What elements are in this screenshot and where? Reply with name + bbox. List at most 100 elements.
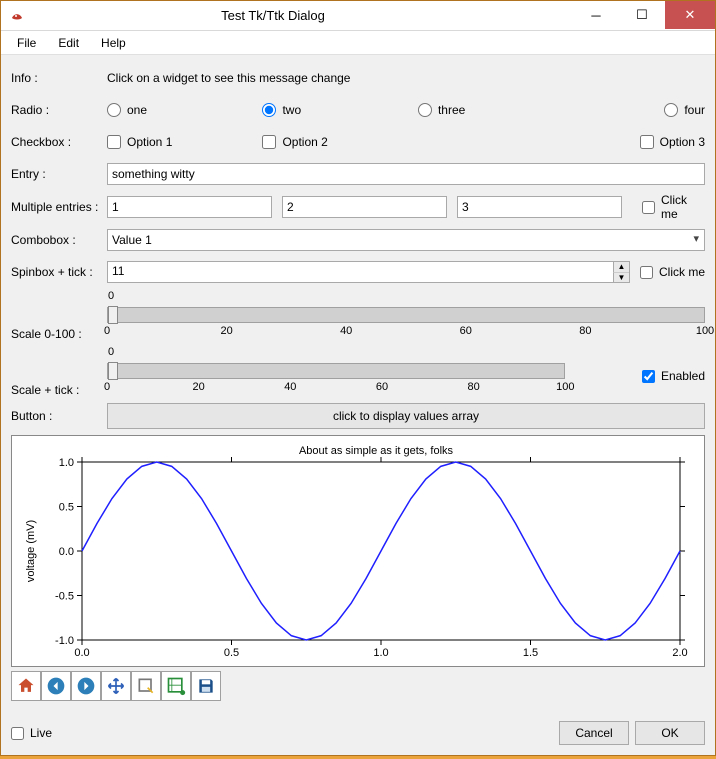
zoom-button[interactable] bbox=[131, 671, 161, 701]
plot-toolbar bbox=[11, 671, 705, 701]
svg-text:0.5: 0.5 bbox=[224, 647, 239, 659]
arrow-right-icon bbox=[76, 676, 96, 696]
scale2-tick-label: Enabled bbox=[661, 369, 705, 383]
scale1-value: 0 bbox=[108, 290, 114, 302]
scale-tick: 20 bbox=[193, 381, 205, 393]
forward-button[interactable] bbox=[71, 671, 101, 701]
multi-entry-2[interactable] bbox=[282, 196, 447, 218]
multi-entry-1[interactable] bbox=[107, 196, 272, 218]
scale2-slider[interactable]: 0 bbox=[107, 363, 565, 379]
menu-file[interactable]: File bbox=[7, 33, 46, 53]
ok-button[interactable]: OK bbox=[635, 721, 705, 745]
scale2-row: Scale + tick : 0 0 20 40 60 80 100 Enabled bbox=[11, 347, 705, 397]
scale-tick: 80 bbox=[468, 381, 480, 393]
cancel-button[interactable]: Cancel bbox=[559, 721, 629, 745]
svg-text:0.5: 0.5 bbox=[59, 502, 74, 514]
spin-row: Spinbox + tick : 11 ▲ ▼ Click me bbox=[11, 259, 705, 285]
button-row: Button : click to display values array bbox=[11, 403, 705, 429]
scale2-label: Scale + tick : bbox=[11, 383, 107, 397]
entry-row: Entry : bbox=[11, 161, 705, 187]
check-option2-label: Option 2 bbox=[282, 135, 327, 149]
scale-tick: 20 bbox=[220, 325, 232, 337]
scale2-tick-checkbox[interactable] bbox=[642, 370, 655, 383]
radio-two[interactable] bbox=[262, 103, 276, 117]
checkbox-row: Checkbox : Option 1 Option 2 Option 3 bbox=[11, 129, 705, 155]
svg-text:-1.0: -1.0 bbox=[55, 635, 74, 647]
scale-tick: 40 bbox=[284, 381, 296, 393]
svg-text:voltage (mV): voltage (mV) bbox=[25, 520, 37, 582]
footer: Live Cancel OK bbox=[1, 711, 715, 755]
scale1-label: Scale 0-100 : bbox=[11, 327, 107, 341]
spin-tick-checkbox[interactable] bbox=[640, 266, 653, 279]
scale1-row: Scale 0-100 : 0 020406080100 bbox=[11, 291, 705, 341]
scale1-thumb[interactable] bbox=[108, 306, 118, 324]
multi-label: Multiple entries : bbox=[11, 200, 107, 214]
multi-tick-label: Click me bbox=[661, 193, 705, 221]
close-button[interactable]: ✕ bbox=[665, 1, 715, 29]
check-option1[interactable] bbox=[107, 135, 121, 149]
combobox[interactable]: Value 1 bbox=[107, 229, 705, 251]
radio-three-label: three bbox=[438, 103, 465, 117]
check-option2[interactable] bbox=[262, 135, 276, 149]
checkbox-group: Option 1 Option 2 Option 3 bbox=[107, 135, 705, 149]
radio-one-label: one bbox=[127, 103, 147, 117]
configure-icon bbox=[166, 676, 186, 696]
scale2-thumb[interactable] bbox=[108, 362, 118, 380]
back-button[interactable] bbox=[41, 671, 71, 701]
chart-svg: About as simple as it gets, folks-1.0-0.… bbox=[16, 440, 696, 662]
window: Test Tk/Ttk Dialog ─ ☐ ✕ File Edit Help … bbox=[0, 0, 716, 756]
home-button[interactable] bbox=[11, 671, 41, 701]
scale-tick: 60 bbox=[376, 381, 388, 393]
arrow-left-icon bbox=[46, 676, 66, 696]
multi-entry-3[interactable] bbox=[457, 196, 622, 218]
display-values-button[interactable]: click to display values array bbox=[107, 403, 705, 429]
svg-text:0.0: 0.0 bbox=[74, 647, 89, 659]
scale-tick: 100 bbox=[556, 381, 574, 393]
info-label: Info : bbox=[11, 71, 107, 85]
pan-button[interactable] bbox=[101, 671, 131, 701]
radio-label: Radio : bbox=[11, 103, 107, 117]
menu-edit[interactable]: Edit bbox=[48, 33, 89, 53]
spin-up-icon[interactable]: ▲ bbox=[613, 262, 629, 273]
spin-label: Spinbox + tick : bbox=[11, 265, 107, 279]
radio-group: one two three four bbox=[107, 103, 705, 117]
maximize-button[interactable]: ☐ bbox=[619, 1, 665, 29]
content-area: Info : Click on a widget to see this mes… bbox=[1, 55, 715, 711]
info-row: Info : Click on a widget to see this mes… bbox=[11, 65, 705, 91]
save-button[interactable] bbox=[191, 671, 221, 701]
entry-label: Entry : bbox=[11, 167, 107, 181]
scale-tick: 0 bbox=[104, 325, 110, 337]
configure-button[interactable] bbox=[161, 671, 191, 701]
window-title: Test Tk/Ttk Dialog bbox=[0, 8, 573, 23]
radio-three[interactable] bbox=[418, 103, 432, 117]
multi-row: Multiple entries : Click me bbox=[11, 193, 705, 221]
spinbox[interactable]: 11 ▲ ▼ bbox=[107, 261, 630, 283]
minimize-button[interactable]: ─ bbox=[573, 1, 619, 29]
combo-row: Combobox : Value 1 bbox=[11, 227, 705, 253]
check-option1-label: Option 1 bbox=[127, 135, 172, 149]
spinbox-value: 11 bbox=[112, 264, 124, 278]
spin-tick-label: Click me bbox=[659, 265, 705, 279]
checkbox-label: Checkbox : bbox=[11, 135, 107, 149]
menu-help[interactable]: Help bbox=[91, 33, 136, 53]
svg-text:0.0: 0.0 bbox=[59, 546, 74, 558]
entry-input[interactable] bbox=[107, 163, 705, 185]
svg-text:1.0: 1.0 bbox=[59, 457, 74, 469]
multi-tick-checkbox[interactable] bbox=[642, 201, 655, 214]
radio-four[interactable] bbox=[664, 103, 678, 117]
check-option3[interactable] bbox=[640, 135, 654, 149]
spin-down-icon[interactable]: ▼ bbox=[613, 273, 629, 283]
radio-four-label: four bbox=[684, 103, 705, 117]
check-option3-label: Option 3 bbox=[660, 135, 705, 149]
scale1-slider[interactable]: 0 bbox=[107, 307, 705, 323]
chart-panel: About as simple as it gets, folks-1.0-0.… bbox=[11, 435, 705, 667]
live-checkbox[interactable] bbox=[11, 727, 24, 740]
live-label: Live bbox=[30, 726, 52, 740]
button-label: Button : bbox=[11, 409, 107, 423]
radio-one[interactable] bbox=[107, 103, 121, 117]
scale-tick: 40 bbox=[340, 325, 352, 337]
scale-tick: 60 bbox=[460, 325, 472, 337]
scale-tick: 100 bbox=[696, 325, 714, 337]
scale-tick: 0 bbox=[104, 381, 110, 393]
combo-label: Combobox : bbox=[11, 233, 107, 247]
